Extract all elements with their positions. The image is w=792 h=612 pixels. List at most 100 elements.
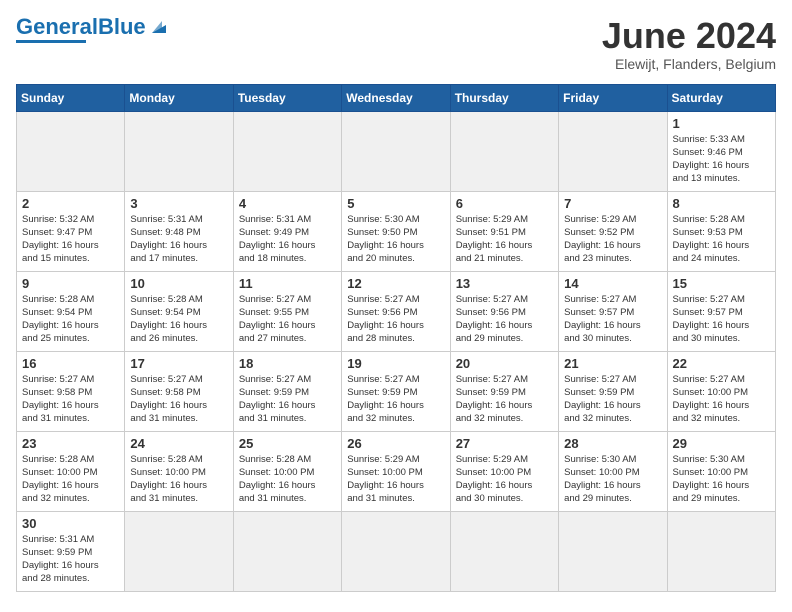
calendar-cell: 25 Sunrise: 5:28 AM Sunset: 10:00 PM Dayl… [233, 431, 341, 511]
calendar-cell: 1 Sunrise: 5:33 AM Sunset: 9:46 PM Daylig… [667, 111, 775, 191]
day-number: 8 [673, 196, 770, 211]
calendar-cell: 9 Sunrise: 5:28 AM Sunset: 9:54 PM Daylig… [17, 271, 125, 351]
day-number: 6 [456, 196, 553, 211]
calendar-cell [342, 511, 450, 591]
day-info: Sunrise: 5:27 AM Sunset: 9:59 PM Dayligh… [456, 373, 553, 426]
day-number: 5 [347, 196, 444, 211]
calendar-cell [125, 111, 233, 191]
calendar-cell [559, 111, 667, 191]
calendar-cell: 13 Sunrise: 5:27 AM Sunset: 9:56 PM Dayli… [450, 271, 558, 351]
day-number: 16 [22, 356, 119, 371]
day-number: 30 [22, 516, 119, 531]
day-info: Sunrise: 5:27 AM Sunset: 9:59 PM Dayligh… [347, 373, 444, 426]
day-info: Sunrise: 5:27 AM Sunset: 9:59 PM Dayligh… [564, 373, 661, 426]
calendar-header-row: SundayMondayTuesdayWednesdayThursdayFrid… [17, 84, 776, 111]
calendar-cell: 12 Sunrise: 5:27 AM Sunset: 9:56 PM Dayli… [342, 271, 450, 351]
logo: GeneralBlue [16, 16, 170, 43]
day-info: Sunrise: 5:27 AM Sunset: 9:56 PM Dayligh… [456, 293, 553, 346]
day-info: Sunrise: 5:30 AM Sunset: 9:50 PM Dayligh… [347, 213, 444, 266]
calendar-cell: 23 Sunrise: 5:28 AM Sunset: 10:00 PM Dayl… [17, 431, 125, 511]
day-number: 25 [239, 436, 336, 451]
day-number: 1 [673, 116, 770, 131]
day-number: 14 [564, 276, 661, 291]
day-number: 29 [673, 436, 770, 451]
calendar-cell: 20Sunrise: 5:27 AM Sunset: 9:59 PM Dayli… [450, 351, 558, 431]
day-info: Sunrise: 5:31 AM Sunset: 9:49 PM Dayligh… [239, 213, 336, 266]
calendar-cell: 7 Sunrise: 5:29 AM Sunset: 9:52 PM Daylig… [559, 191, 667, 271]
calendar-week-row: 23 Sunrise: 5:28 AM Sunset: 10:00 PM Dayl… [17, 431, 776, 511]
header-day-wednesday: Wednesday [342, 84, 450, 111]
calendar-cell: 3Sunrise: 5:31 AM Sunset: 9:48 PM Daylig… [125, 191, 233, 271]
calendar-cell: 21 Sunrise: 5:27 AM Sunset: 9:59 PM Dayli… [559, 351, 667, 431]
day-info: Sunrise: 5:27 AM Sunset: 9:59 PM Dayligh… [239, 373, 336, 426]
day-info: Sunrise: 5:33 AM Sunset: 9:46 PM Dayligh… [673, 133, 770, 186]
calendar-week-row: 2Sunrise: 5:32 AM Sunset: 9:47 PM Daylig… [17, 191, 776, 271]
day-info: Sunrise: 5:27 AM Sunset: 9:58 PM Dayligh… [130, 373, 227, 426]
calendar-cell: 8Sunrise: 5:28 AM Sunset: 9:53 PM Daylig… [667, 191, 775, 271]
calendar-cell: 30Sunrise: 5:31 AM Sunset: 9:59 PM Dayli… [17, 511, 125, 591]
day-info: Sunrise: 5:28 AM Sunset: 9:54 PM Dayligh… [22, 293, 119, 346]
calendar-cell: 26Sunrise: 5:29 AM Sunset: 10:00 PM Dayl… [342, 431, 450, 511]
calendar-cell [233, 511, 341, 591]
header-day-friday: Friday [559, 84, 667, 111]
calendar-cell: 2Sunrise: 5:32 AM Sunset: 9:47 PM Daylig… [17, 191, 125, 271]
calendar-cell: 17 Sunrise: 5:27 AM Sunset: 9:58 PM Dayli… [125, 351, 233, 431]
calendar-cell: 22Sunrise: 5:27 AM Sunset: 10:00 PM Dayl… [667, 351, 775, 431]
day-number: 23 [22, 436, 119, 451]
month-title: June 2024 [602, 16, 776, 56]
day-info: Sunrise: 5:28 AM Sunset: 9:54 PM Dayligh… [130, 293, 227, 346]
day-info: Sunrise: 5:27 AM Sunset: 9:57 PM Dayligh… [564, 293, 661, 346]
header-day-monday: Monday [125, 84, 233, 111]
header-day-sunday: Sunday [17, 84, 125, 111]
calendar-cell [450, 511, 558, 591]
day-number: 15 [673, 276, 770, 291]
calendar: SundayMondayTuesdayWednesdayThursdayFrid… [16, 84, 776, 592]
day-info: Sunrise: 5:27 AM Sunset: 9:56 PM Dayligh… [347, 293, 444, 346]
day-number: 9 [22, 276, 119, 291]
day-info: Sunrise: 5:28 AM Sunset: 10:00 PM Daylig… [239, 453, 336, 506]
header-day-thursday: Thursday [450, 84, 558, 111]
calendar-cell: 18 Sunrise: 5:27 AM Sunset: 9:59 PM Dayli… [233, 351, 341, 431]
day-info: Sunrise: 5:30 AM Sunset: 10:00 PM Daylig… [673, 453, 770, 506]
calendar-cell [342, 111, 450, 191]
day-info: Sunrise: 5:28 AM Sunset: 10:00 PM Daylig… [130, 453, 227, 506]
calendar-week-row: 1 Sunrise: 5:33 AM Sunset: 9:46 PM Daylig… [17, 111, 776, 191]
location: Elewijt, Flanders, Belgium [602, 56, 776, 72]
logo-underline [16, 40, 86, 43]
day-number: 12 [347, 276, 444, 291]
calendar-cell: 6Sunrise: 5:29 AM Sunset: 9:51 PM Daylig… [450, 191, 558, 271]
day-info: Sunrise: 5:29 AM Sunset: 9:52 PM Dayligh… [564, 213, 661, 266]
day-info: Sunrise: 5:28 AM Sunset: 10:00 PM Daylig… [22, 453, 119, 506]
day-number: 18 [239, 356, 336, 371]
day-number: 27 [456, 436, 553, 451]
day-number: 2 [22, 196, 119, 211]
title-area: June 2024 Elewijt, Flanders, Belgium [602, 16, 776, 72]
calendar-cell: 19 Sunrise: 5:27 AM Sunset: 9:59 PM Dayli… [342, 351, 450, 431]
calendar-week-row: 9 Sunrise: 5:28 AM Sunset: 9:54 PM Daylig… [17, 271, 776, 351]
day-number: 22 [673, 356, 770, 371]
calendar-cell: 4Sunrise: 5:31 AM Sunset: 9:49 PM Daylig… [233, 191, 341, 271]
day-number: 10 [130, 276, 227, 291]
calendar-cell [450, 111, 558, 191]
day-number: 24 [130, 436, 227, 451]
day-info: Sunrise: 5:27 AM Sunset: 9:57 PM Dayligh… [673, 293, 770, 346]
day-number: 7 [564, 196, 661, 211]
calendar-cell: 5 Sunrise: 5:30 AM Sunset: 9:50 PM Daylig… [342, 191, 450, 271]
calendar-week-row: 30Sunrise: 5:31 AM Sunset: 9:59 PM Dayli… [17, 511, 776, 591]
calendar-cell: 24 Sunrise: 5:28 AM Sunset: 10:00 PM Dayl… [125, 431, 233, 511]
calendar-cell [125, 511, 233, 591]
calendar-cell: 28Sunrise: 5:30 AM Sunset: 10:00 PM Dayl… [559, 431, 667, 511]
header-day-tuesday: Tuesday [233, 84, 341, 111]
calendar-cell: 11Sunrise: 5:27 AM Sunset: 9:55 PM Dayli… [233, 271, 341, 351]
calendar-cell: 10 Sunrise: 5:28 AM Sunset: 9:54 PM Dayli… [125, 271, 233, 351]
day-number: 17 [130, 356, 227, 371]
calendar-cell: 14 Sunrise: 5:27 AM Sunset: 9:57 PM Dayli… [559, 271, 667, 351]
calendar-week-row: 16 Sunrise: 5:27 AM Sunset: 9:58 PM Dayli… [17, 351, 776, 431]
calendar-cell: 16Sunrise: 5:27 AM Sunset: 9:58 PM Dayli… [17, 351, 125, 431]
calendar-cell [559, 511, 667, 591]
day-number: 19 [347, 356, 444, 371]
day-number: 3 [130, 196, 227, 211]
day-number: 21 [564, 356, 661, 371]
day-number: 13 [456, 276, 553, 291]
header: GeneralBlue June 2024 Elewijt, Flanders,… [16, 16, 776, 72]
